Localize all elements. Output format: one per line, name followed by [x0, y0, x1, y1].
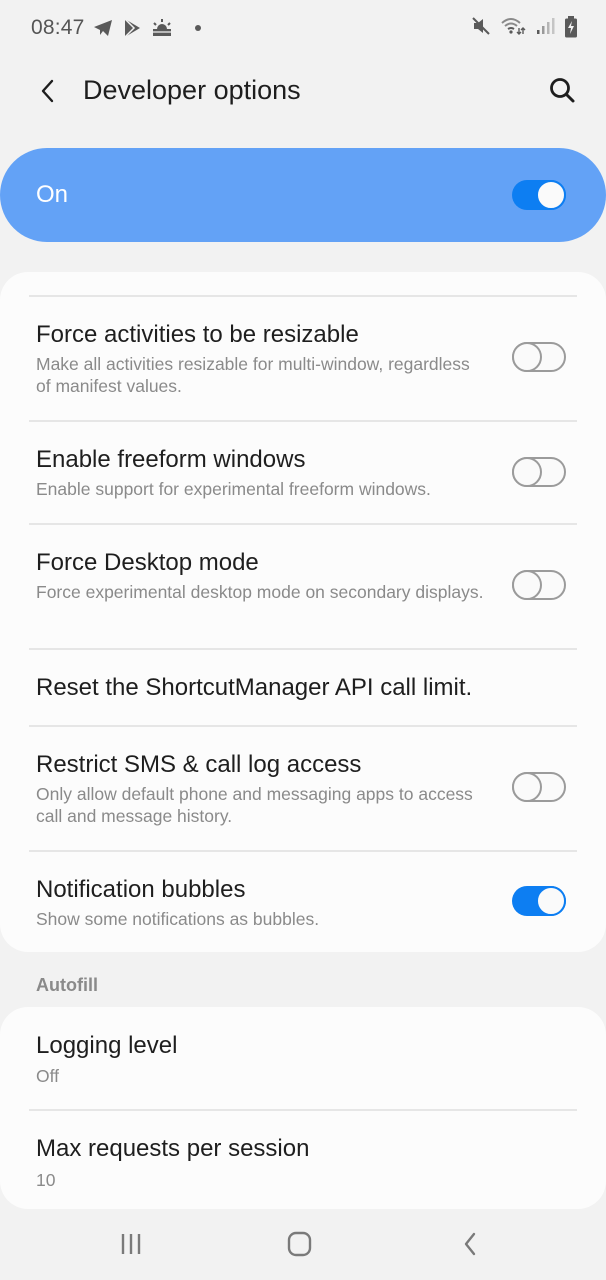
- setting-subtitle: Make all activities resizable for multi-…: [36, 354, 470, 396]
- setting-reset-shortcutmanager[interactable]: Reset the ShortcutManager API call limit…: [0, 650, 606, 726]
- home-icon: [287, 1231, 312, 1257]
- setting-title: Force activities to be resizable: [36, 321, 359, 348]
- toggle-thumb: [512, 457, 542, 487]
- force-resizable-toggle[interactable]: [512, 342, 566, 372]
- mute-icon: [471, 16, 491, 36]
- telegram-icon: [93, 18, 113, 38]
- toggle-thumb: [512, 772, 542, 802]
- back-icon: [464, 1232, 476, 1256]
- signal-icon: [535, 16, 555, 36]
- recents-icon: [121, 1234, 141, 1254]
- status-left-icons: [93, 18, 208, 38]
- nav-back-button[interactable]: [448, 1226, 492, 1262]
- status-time: 08:47: [31, 16, 85, 39]
- page-title: Developer options: [83, 75, 301, 105]
- search-button[interactable]: [544, 72, 580, 108]
- back-button[interactable]: [30, 74, 64, 108]
- section-header-autofill: Autofill: [36, 975, 98, 995]
- notification-bubbles-toggle[interactable]: [512, 886, 566, 916]
- chevron-left-icon: [41, 79, 54, 103]
- setting-restrict-sms-call-log[interactable]: Restrict SMS & call log access Only allo…: [0, 727, 606, 851]
- setting-title: Logging level: [36, 1032, 178, 1059]
- setting-force-desktop-mode[interactable]: Force Desktop mode Force experimental de…: [0, 525, 606, 649]
- setting-title: Enable freeform windows: [36, 446, 306, 473]
- setting-title: Max requests per session: [36, 1135, 310, 1162]
- setting-subtitle: Force experimental desktop mode on secon…: [36, 582, 484, 602]
- autofill-logging-level[interactable]: Logging level Off: [0, 1007, 606, 1109]
- search-icon: [550, 78, 575, 103]
- toggle-thumb: [512, 342, 542, 372]
- app-bar: Developer options: [0, 60, 606, 122]
- toggle-thumb: [536, 886, 566, 916]
- developer-settings-card: Force activities to be resizable Make al…: [0, 272, 606, 952]
- setting-subtitle: Only allow default phone and messaging a…: [36, 784, 473, 826]
- status-bar: 08:47: [0, 0, 606, 58]
- status-right-icons: [471, 16, 578, 38]
- setting-force-resizable[interactable]: Force activities to be resizable Make al…: [0, 297, 606, 421]
- play-store-icon: [122, 18, 142, 38]
- toggle-thumb: [536, 180, 566, 210]
- recents-button[interactable]: [109, 1226, 153, 1262]
- home-button[interactable]: [278, 1226, 322, 1262]
- setting-title: Force Desktop mode: [36, 549, 259, 576]
- setting-title: Reset the ShortcutManager API call limit…: [36, 674, 473, 701]
- setting-title: Restrict SMS & call log access: [36, 751, 362, 778]
- restrict-sms-toggle[interactable]: [512, 772, 566, 802]
- setting-freeform-windows[interactable]: Enable freeform windows Enable support f…: [0, 422, 606, 524]
- notification-dot-icon: [188, 18, 208, 38]
- weather-sunrise-icon: [151, 18, 171, 38]
- battery-charging-icon: [564, 16, 578, 38]
- master-switch-label: On: [36, 181, 69, 208]
- setting-subtitle: Enable support for experimental freeform…: [36, 479, 431, 499]
- autofill-card: Logging level Off Max requests per sessi…: [0, 1007, 606, 1209]
- setting-notification-bubbles[interactable]: Notification bubbles Show some notificat…: [0, 852, 606, 952]
- toggle-thumb: [512, 570, 542, 600]
- autofill-max-requests[interactable]: Max requests per session 10: [0, 1111, 606, 1209]
- setting-title: Notification bubbles: [36, 876, 246, 903]
- setting-value: Off: [36, 1066, 60, 1086]
- developer-options-master-switch[interactable]: On: [0, 148, 606, 242]
- freeform-windows-toggle[interactable]: [512, 457, 566, 487]
- navigation-bar: [0, 1210, 606, 1280]
- wifi-icon: [500, 16, 526, 36]
- setting-value: 10: [36, 1170, 56, 1190]
- master-toggle[interactable]: [512, 180, 566, 210]
- setting-subtitle: Show some notifications as bubbles.: [36, 909, 320, 929]
- force-desktop-mode-toggle[interactable]: [512, 570, 566, 600]
